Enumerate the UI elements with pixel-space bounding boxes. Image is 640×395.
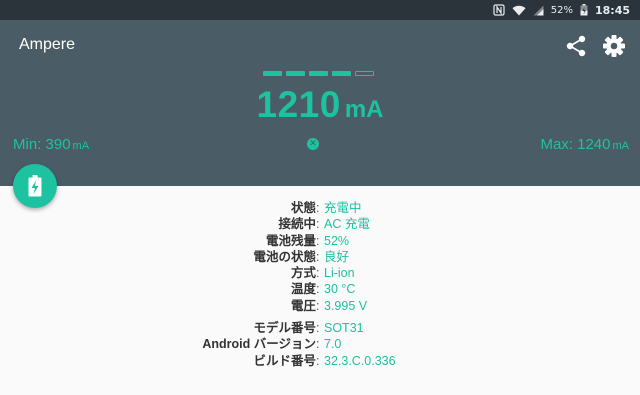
info-separator: : bbox=[316, 201, 320, 215]
share-button[interactable] bbox=[563, 33, 589, 59]
max-unit: mA bbox=[612, 140, 630, 152]
info-label: 電池残量 bbox=[265, 233, 316, 248]
info-value: 3.995 V bbox=[324, 298, 368, 313]
level-indicator bbox=[263, 71, 374, 76]
status-bar: 52% 18:45 bbox=[0, 0, 640, 20]
level-segment bbox=[286, 71, 305, 76]
info-row-status: 状態: 充電中 bbox=[0, 200, 640, 216]
info-separator: : bbox=[316, 353, 320, 368]
info-value: 52% bbox=[324, 233, 350, 248]
app-header: Ampere 1210 mA Min: 390 mA ✕ Max: 1240 m… bbox=[0, 20, 640, 186]
info-value: 良好 bbox=[324, 249, 350, 264]
info-row-build: ビルド番号:32.3.C.0.336 bbox=[0, 353, 640, 369]
info-row-temperature: 温度:30 °C bbox=[0, 281, 640, 297]
info-separator: : bbox=[316, 266, 320, 281]
level-segment bbox=[309, 71, 328, 76]
level-segment bbox=[263, 71, 282, 76]
info-value: 7.0 bbox=[324, 337, 342, 352]
nfc-icon bbox=[493, 4, 505, 16]
info-value: 32.3.C.0.336 bbox=[324, 353, 396, 368]
current-reading: 1210 mA bbox=[0, 84, 640, 126]
info-row-voltage: 電圧:3.995 V bbox=[0, 298, 640, 314]
info-value: 30 °C bbox=[324, 282, 356, 297]
battery-info-panel: 状態: 充電中 接続中: AC 充電 電池残量:52% 電池の状態: 良好 方式: Li… bbox=[0, 200, 640, 369]
min-reading: Min: 390 mA bbox=[13, 136, 89, 153]
battery-percent: 52% bbox=[550, 4, 573, 16]
current-unit: mA bbox=[344, 96, 384, 123]
info-label: ビルド番号 bbox=[253, 353, 316, 368]
info-row-technology: 方式: Li-ion bbox=[0, 265, 640, 281]
info-separator: : bbox=[316, 282, 320, 297]
close-circle-icon: ✕ bbox=[309, 139, 317, 149]
info-separator: : bbox=[316, 233, 320, 248]
max-reading: Max: 1240 mA bbox=[540, 136, 629, 153]
current-value: 1210 bbox=[256, 84, 341, 125]
info-row-android-version: Android バージョン:7.0 bbox=[0, 336, 640, 352]
info-label: 電池の状態 bbox=[253, 249, 316, 264]
clock: 18:45 bbox=[594, 3, 630, 17]
level-segment bbox=[332, 71, 351, 76]
info-label: 方式 bbox=[290, 266, 316, 281]
info-label: モデル番号 bbox=[253, 321, 316, 336]
app-title: Ampere bbox=[19, 36, 76, 53]
info-value: 充電中 bbox=[324, 201, 362, 215]
info-label: 温度 bbox=[290, 282, 316, 297]
wifi-icon bbox=[512, 5, 526, 16]
info-value: AC 充電 bbox=[324, 217, 370, 232]
info-separator: : bbox=[316, 321, 320, 336]
info-label: 状態 bbox=[290, 201, 316, 215]
info-value: SOT31 bbox=[324, 321, 364, 336]
min-unit: mA bbox=[72, 140, 90, 152]
info-label: 電圧 bbox=[290, 298, 316, 313]
info-separator: : bbox=[316, 298, 320, 313]
info-row-level: 電池残量:52% bbox=[0, 233, 640, 249]
battery-charging-icon bbox=[580, 4, 588, 16]
settings-button[interactable] bbox=[600, 32, 628, 60]
settings-gear-icon bbox=[603, 35, 625, 57]
min-value: Min: 390 bbox=[13, 136, 71, 153]
info-separator: : bbox=[316, 249, 320, 264]
reset-minmax-button[interactable]: ✕ bbox=[307, 138, 319, 150]
level-segment bbox=[355, 71, 374, 76]
info-separator: : bbox=[316, 337, 320, 352]
share-icon bbox=[566, 35, 586, 57]
info-row-model: モデル番号: SOT31 bbox=[0, 320, 640, 336]
battery-charging-icon bbox=[28, 175, 42, 197]
info-label: Android バージョン bbox=[202, 337, 316, 352]
info-row-connection: 接続中: AC 充電 bbox=[0, 216, 640, 232]
info-separator: : bbox=[316, 217, 320, 232]
max-value: Max: 1240 bbox=[540, 136, 611, 153]
info-value: Li-ion bbox=[324, 266, 355, 281]
signal-icon bbox=[533, 5, 544, 16]
info-label: 接続中 bbox=[278, 217, 316, 232]
info-row-health: 電池の状態: 良好 bbox=[0, 249, 640, 265]
